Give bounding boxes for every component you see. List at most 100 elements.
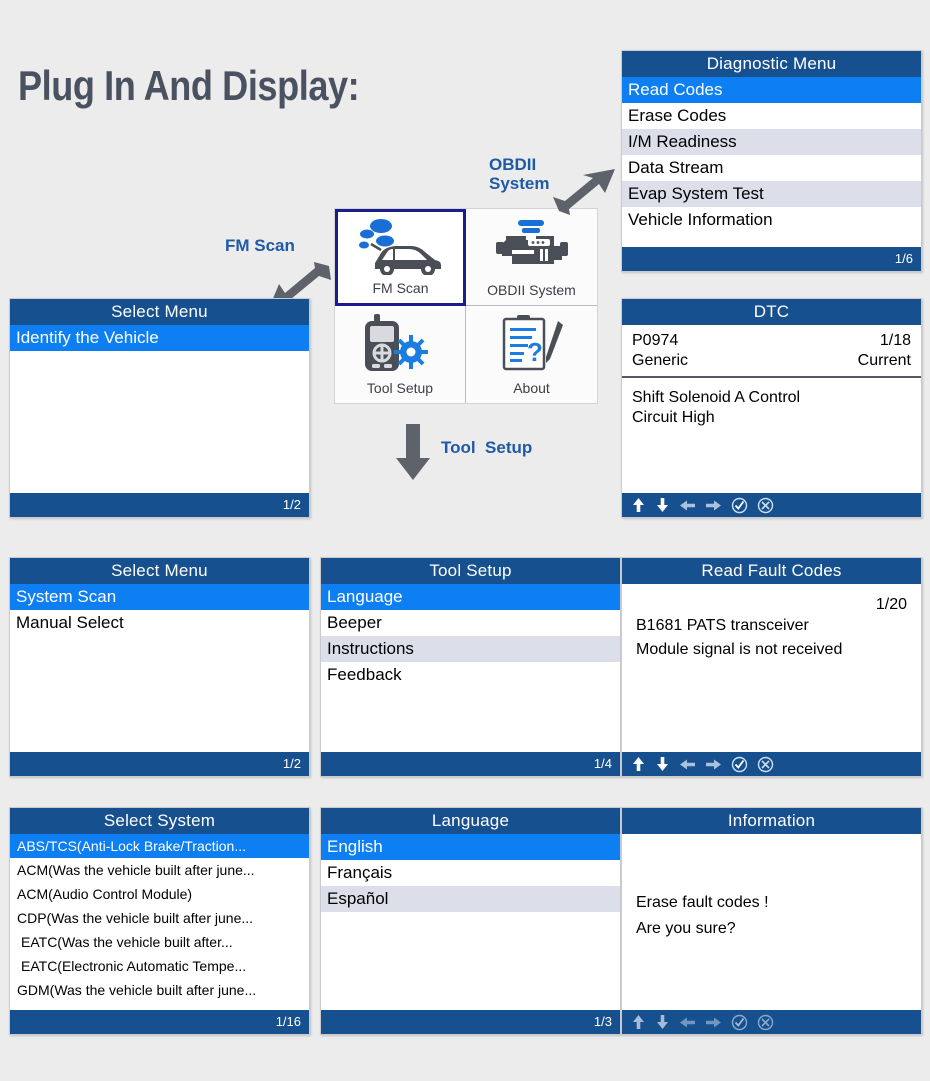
dtc-description-line1: Shift Solenoid A Control: [632, 389, 801, 406]
close-circle-icon[interactable]: [757, 1014, 774, 1031]
menu-item-language[interactable]: Language: [321, 584, 620, 610]
annotation-tool-setup: Tool Setup: [441, 438, 533, 457]
panel-diagnostic-menu: Diagnostic Menu Read Codes Erase Codes I…: [621, 50, 922, 272]
panel-footer: 1/2: [10, 493, 309, 517]
panel-footer: 1/16: [10, 1010, 309, 1034]
panel-body: English Français Español: [321, 834, 620, 1010]
system-item-gdm[interactable]: GDM(Was the vehicle built after june...: [10, 978, 309, 1002]
panel-title: Information: [622, 808, 921, 834]
page-indicator: 1/2: [282, 497, 301, 512]
down-arrow-icon[interactable]: [655, 756, 670, 772]
panel-title: DTC: [622, 299, 921, 325]
fault-code-line2: Module signal is not received: [636, 641, 843, 658]
clipboard-pencil-icon: ?: [466, 306, 597, 379]
panel-tool-setup: Tool Setup Language Beeper Instructions …: [320, 557, 621, 777]
panel-body: Read Codes Erase Codes I/M Readiness Dat…: [622, 77, 921, 247]
tile-tool-setup[interactable]: Tool Setup: [335, 306, 466, 403]
dtc-code: P0974: [632, 332, 679, 349]
menu-item-im-readiness[interactable]: I/M Readiness: [622, 129, 921, 155]
panel-title: Diagnostic Menu: [622, 51, 921, 77]
page-indicator: 1/16: [275, 1014, 301, 1029]
panel-body: Erase fault codes ! Are you sure?: [622, 834, 921, 1010]
tile-label: FM Scan: [372, 280, 429, 296]
nav-icon-bar: [631, 493, 774, 517]
check-circle-icon[interactable]: [731, 756, 748, 773]
down-arrow-icon[interactable]: [655, 1014, 670, 1030]
tile-obdii-system[interactable]: OBDII System: [466, 209, 597, 306]
panel-body: Language Beeper Instructions Feedback: [321, 584, 620, 752]
nav-icon-bar: [631, 1010, 774, 1034]
panel-body: 1/20 B1681 PATS transceiver Module signa…: [622, 584, 921, 752]
panel-dtc: DTC P0974 Generic 1/18 Current Shift Sol…: [621, 298, 922, 518]
check-circle-icon[interactable]: [731, 497, 748, 514]
system-item-acm-audio[interactable]: ACM(Audio Control Module): [10, 882, 309, 906]
panel-select-menu-scan: Select Menu System Scan Manual Select 1/…: [9, 557, 310, 777]
menu-item-beeper[interactable]: Beeper: [321, 610, 620, 636]
panel-footer: 1/3: [321, 1010, 620, 1034]
left-arrow-icon[interactable]: [679, 1015, 696, 1030]
menu-item-instructions[interactable]: Instructions: [321, 636, 620, 662]
panel-title: Select System: [10, 808, 309, 834]
panel-footer: 1/6: [622, 247, 921, 271]
system-item-eatc-elec[interactable]: EATC(Electronic Automatic Tempe...: [10, 954, 309, 978]
menu-item-manual-select[interactable]: Manual Select: [10, 610, 309, 636]
page-indicator: 1/2: [282, 756, 301, 771]
panel-body: Identify the Vehicle: [10, 325, 309, 493]
tile-about[interactable]: ? About: [466, 306, 597, 403]
check-circle-icon[interactable]: [731, 1014, 748, 1031]
system-item-abs-tcs[interactable]: ABS/TCS(Anti-Lock Brake/Traction...: [10, 834, 309, 858]
annotation-obdii-system: OBDII System: [489, 155, 550, 193]
language-item-francais[interactable]: Français: [321, 860, 620, 886]
panel-footer: [622, 1010, 921, 1034]
menu-item-read-codes[interactable]: Read Codes: [622, 77, 921, 103]
dtc-summary: P0974 Generic 1/18 Current: [622, 325, 921, 378]
panel-title: Read Fault Codes: [622, 558, 921, 584]
information-line1: Erase fault codes !: [636, 894, 769, 911]
menu-item-system-scan[interactable]: System Scan: [10, 584, 309, 610]
arrow-to-obdii-icon: [551, 163, 617, 220]
nav-icon-bar: [631, 752, 774, 776]
arrow-to-tool-setup-icon: [395, 424, 431, 487]
panel-title: Tool Setup: [321, 558, 620, 584]
close-circle-icon[interactable]: [757, 497, 774, 514]
up-arrow-icon[interactable]: [631, 756, 646, 772]
menu-item-feedback[interactable]: Feedback: [321, 662, 620, 688]
annotation-fm-scan: FM Scan: [225, 236, 295, 255]
right-arrow-icon[interactable]: [705, 757, 722, 772]
language-item-english[interactable]: English: [321, 834, 620, 860]
language-item-espanol[interactable]: Español: [321, 886, 620, 912]
panel-body: P0974 Generic 1/18 Current Shift Solenoi…: [622, 325, 921, 493]
system-item-cdp[interactable]: CDP(Was the vehicle built after june...: [10, 906, 309, 930]
dtc-code-block: P0974 Generic: [632, 331, 688, 371]
right-arrow-icon[interactable]: [705, 498, 722, 513]
scanner-gear-icon: [335, 306, 465, 379]
right-arrow-icon[interactable]: [705, 1015, 722, 1030]
main-menu-tile-grid: FM Scan OBDII System Tool Setup ? About: [334, 208, 598, 404]
fault-code-page-indicator: 1/20: [875, 596, 907, 613]
panel-title: Select Menu: [10, 299, 309, 325]
panel-information: Information Erase fault codes ! Are you …: [621, 807, 922, 1035]
down-arrow-icon[interactable]: [655, 497, 670, 513]
panel-select-menu-vehicle: Select Menu Identify the Vehicle 1/2: [9, 298, 310, 518]
page-title: Plug In And Display:: [18, 62, 360, 109]
panel-body: ABS/TCS(Anti-Lock Brake/Traction... ACM(…: [10, 834, 309, 1010]
system-item-acm-built[interactable]: ACM(Was the vehicle built after june...: [10, 858, 309, 882]
menu-item-erase-codes[interactable]: Erase Codes: [622, 103, 921, 129]
page-indicator: 1/6: [894, 251, 913, 266]
dtc-status: Current: [857, 352, 911, 369]
up-arrow-icon[interactable]: [631, 497, 646, 513]
menu-item-vehicle-information[interactable]: Vehicle Information: [622, 207, 921, 233]
dtc-code-type: Generic: [632, 352, 689, 369]
left-arrow-icon[interactable]: [679, 498, 696, 513]
menu-item-evap-system-test[interactable]: Evap System Test: [622, 181, 921, 207]
tile-fm-scan[interactable]: FM Scan: [335, 209, 466, 306]
up-arrow-icon[interactable]: [631, 1014, 646, 1030]
left-arrow-icon[interactable]: [679, 757, 696, 772]
menu-item-identify-the-vehicle[interactable]: Identify the Vehicle: [10, 325, 309, 351]
close-circle-icon[interactable]: [757, 756, 774, 773]
system-item-eatc-built[interactable]: EATC(Was the vehicle built after...: [10, 930, 309, 954]
tile-label: OBDII System: [487, 282, 576, 298]
menu-item-data-stream[interactable]: Data Stream: [622, 155, 921, 181]
tile-label: Tool Setup: [366, 380, 434, 396]
panel-select-system: Select System ABS/TCS(Anti-Lock Brake/Tr…: [9, 807, 310, 1035]
